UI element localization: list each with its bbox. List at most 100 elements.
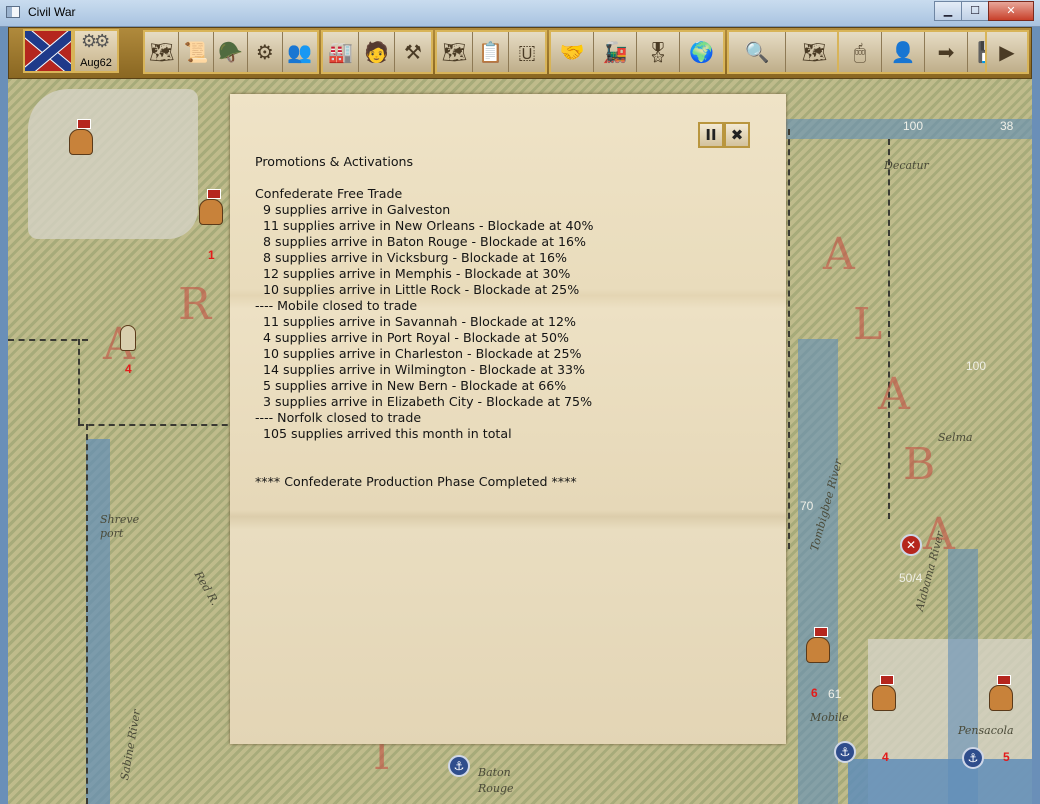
report-line: 3 supplies arrive in Elizabeth City - Bl…	[255, 394, 593, 409]
report-line: ---- Mobile closed to trade	[255, 298, 418, 313]
map-value: 61	[828, 687, 842, 701]
toolbar-button[interactable]: ⚙	[248, 32, 283, 72]
cavalry-unit-icon[interactable]	[983, 675, 1017, 717]
report-line: 5 supplies arrive in New Bern - Blockade…	[255, 378, 567, 393]
map-value: 100	[903, 119, 924, 133]
report-text: Promotions & Activations Confederate Fre…	[255, 154, 594, 490]
toolbar-button[interactable]: 🎖	[637, 32, 680, 72]
report-line: 12 supplies arrive in Memphis - Blockade…	[255, 266, 571, 281]
state-letter: A	[823, 229, 855, 280]
toolbar-button[interactable]: 🗺	[145, 32, 180, 72]
toolbar-button[interactable]: 🖱	[839, 32, 882, 72]
toolbar-button[interactable]: 📋	[473, 32, 509, 72]
unit-strength: 4	[882, 750, 889, 764]
unit-strength: 5	[1003, 750, 1010, 764]
toolbar-group: 🤝 🚂 🎖 🌍	[549, 30, 725, 74]
report-line: 105 supplies arrived this month in total	[255, 426, 512, 441]
minimize-button[interactable]: ▁	[934, 1, 962, 21]
river-west	[86, 439, 110, 804]
report-line: ---- Norfolk closed to trade	[255, 410, 422, 425]
toolbar-button[interactable]: 🏭	[323, 32, 359, 72]
city-label: Baton Rouge	[478, 766, 514, 795]
state-border	[78, 424, 238, 426]
fleet-flag-icon[interactable]: ✕	[900, 534, 922, 556]
map-value: 100	[966, 359, 987, 373]
report-line: Confederate Free Trade	[255, 186, 403, 201]
cavalry-unit-icon[interactable]	[193, 189, 227, 231]
toolbar-button[interactable]: 🔍	[729, 32, 787, 72]
toolbar-button[interactable]: 🌍	[680, 32, 723, 72]
report-line: 11 supplies arrive in Savannah - Blockad…	[255, 314, 576, 329]
toolbar-group: ▶	[985, 30, 1029, 74]
city-label: Pensacola	[958, 724, 1014, 737]
unit-strength: 4	[125, 362, 132, 376]
report-line: 10 supplies arrive in Little Rock - Bloc…	[255, 282, 580, 297]
state-border	[788, 129, 790, 549]
state-border	[86, 424, 88, 804]
state-letter: L	[853, 299, 883, 350]
toolbar-button[interactable]: 👤	[882, 32, 925, 72]
state-letter: R	[178, 279, 212, 330]
cavalry-unit-icon[interactable]	[866, 675, 900, 717]
toolbar-button[interactable]: ⚒	[395, 32, 431, 72]
turn-date-box[interactable]: ⚙⚙ Aug62	[73, 29, 119, 73]
toolbar-button[interactable]: 🗺	[437, 32, 473, 72]
state-border	[888, 139, 890, 519]
turn-date: Aug62	[80, 57, 112, 69]
close-window-button[interactable]: ✕	[988, 1, 1034, 21]
maximize-button[interactable]: ☐	[961, 1, 989, 21]
state-border	[78, 339, 80, 424]
port-icon[interactable]: ⚓	[448, 755, 470, 777]
report-line: 8 supplies arrive in Vicksburg - Blockad…	[255, 250, 567, 265]
state-border	[8, 339, 88, 341]
gears-icon: ⚙⚙	[81, 31, 110, 52]
pause-button[interactable]: II	[698, 122, 724, 148]
toolbar-button[interactable]: ➡	[925, 32, 968, 72]
port-icon[interactable]: ⚓	[834, 741, 856, 763]
report-line	[255, 442, 594, 458]
toolbar-button[interactable]: 📜	[179, 32, 214, 72]
report-line	[255, 170, 594, 186]
game-toolbar: ⚙⚙ Aug62 🗺📜🪖⚙👥🏭🧑⚒🗺📋🇺🤝🚂🎖🌍🔍🗺⏪🖱👤➡💾▶	[8, 27, 1032, 79]
toolbar-button[interactable]: 👥	[282, 32, 317, 72]
window-title: Civil War	[28, 5, 76, 19]
toolbar-button[interactable]: 🗺	[786, 32, 844, 72]
production-report-dialog: II ✖ Promotions & Activations Confederat…	[230, 94, 786, 744]
toolbar-button[interactable]: 🇺	[509, 32, 545, 72]
state-letter: A	[878, 369, 910, 420]
anchor-icon[interactable]: ⚓	[962, 747, 984, 769]
gulf-water	[848, 759, 1032, 804]
close-dialog-button[interactable]: ✖	[724, 122, 750, 148]
dialog-controls: II ✖	[698, 122, 750, 148]
toolbar-button[interactable]: 🚂	[594, 32, 637, 72]
toolbar-group: 🏭 🧑 ⚒	[321, 30, 433, 74]
toolbar-button[interactable]: 🧑	[359, 32, 395, 72]
report-line	[255, 458, 594, 474]
confederate-flag-icon[interactable]	[23, 29, 73, 73]
report-line: 9 supplies arrive in Galveston	[255, 202, 451, 217]
cavalry-unit-icon[interactable]	[63, 119, 97, 161]
report-line: 4 supplies arrive in Port Royal - Blocka…	[255, 330, 569, 345]
report-line: **** Confederate Production Phase Comple…	[255, 474, 577, 489]
toolbar-button[interactable]: 🪖	[213, 32, 249, 72]
report-line: Promotions & Activations	[255, 154, 414, 169]
state-letter: B	[903, 439, 936, 490]
unit-strength: 1	[208, 248, 215, 262]
window-controls: ▁ ☐ ✕	[934, 1, 1034, 21]
city-label: Shreve port	[100, 513, 140, 540]
report-line: 14 supplies arrive in Wilmington - Block…	[255, 362, 585, 377]
city-label: Decatur	[884, 159, 929, 172]
app-icon	[6, 6, 20, 18]
map-value: 50/4	[899, 571, 923, 585]
report-line: 11 supplies arrive in New Orleans - Bloc…	[255, 218, 594, 233]
map-value: 70	[800, 499, 814, 513]
unit-strength: 6	[811, 686, 818, 700]
city-label: Selma	[938, 431, 973, 444]
cavalry-unit-icon[interactable]	[800, 627, 834, 669]
toolbar-button[interactable]: ▶	[987, 32, 1027, 72]
infantry-unit-icon[interactable]	[110, 315, 144, 357]
map-value: 38	[1000, 119, 1014, 133]
toolbar-group: 🗺 📋 🇺	[435, 30, 547, 74]
toolbar-button[interactable]: 🤝	[551, 32, 594, 72]
city-label: Mobile	[810, 711, 849, 724]
